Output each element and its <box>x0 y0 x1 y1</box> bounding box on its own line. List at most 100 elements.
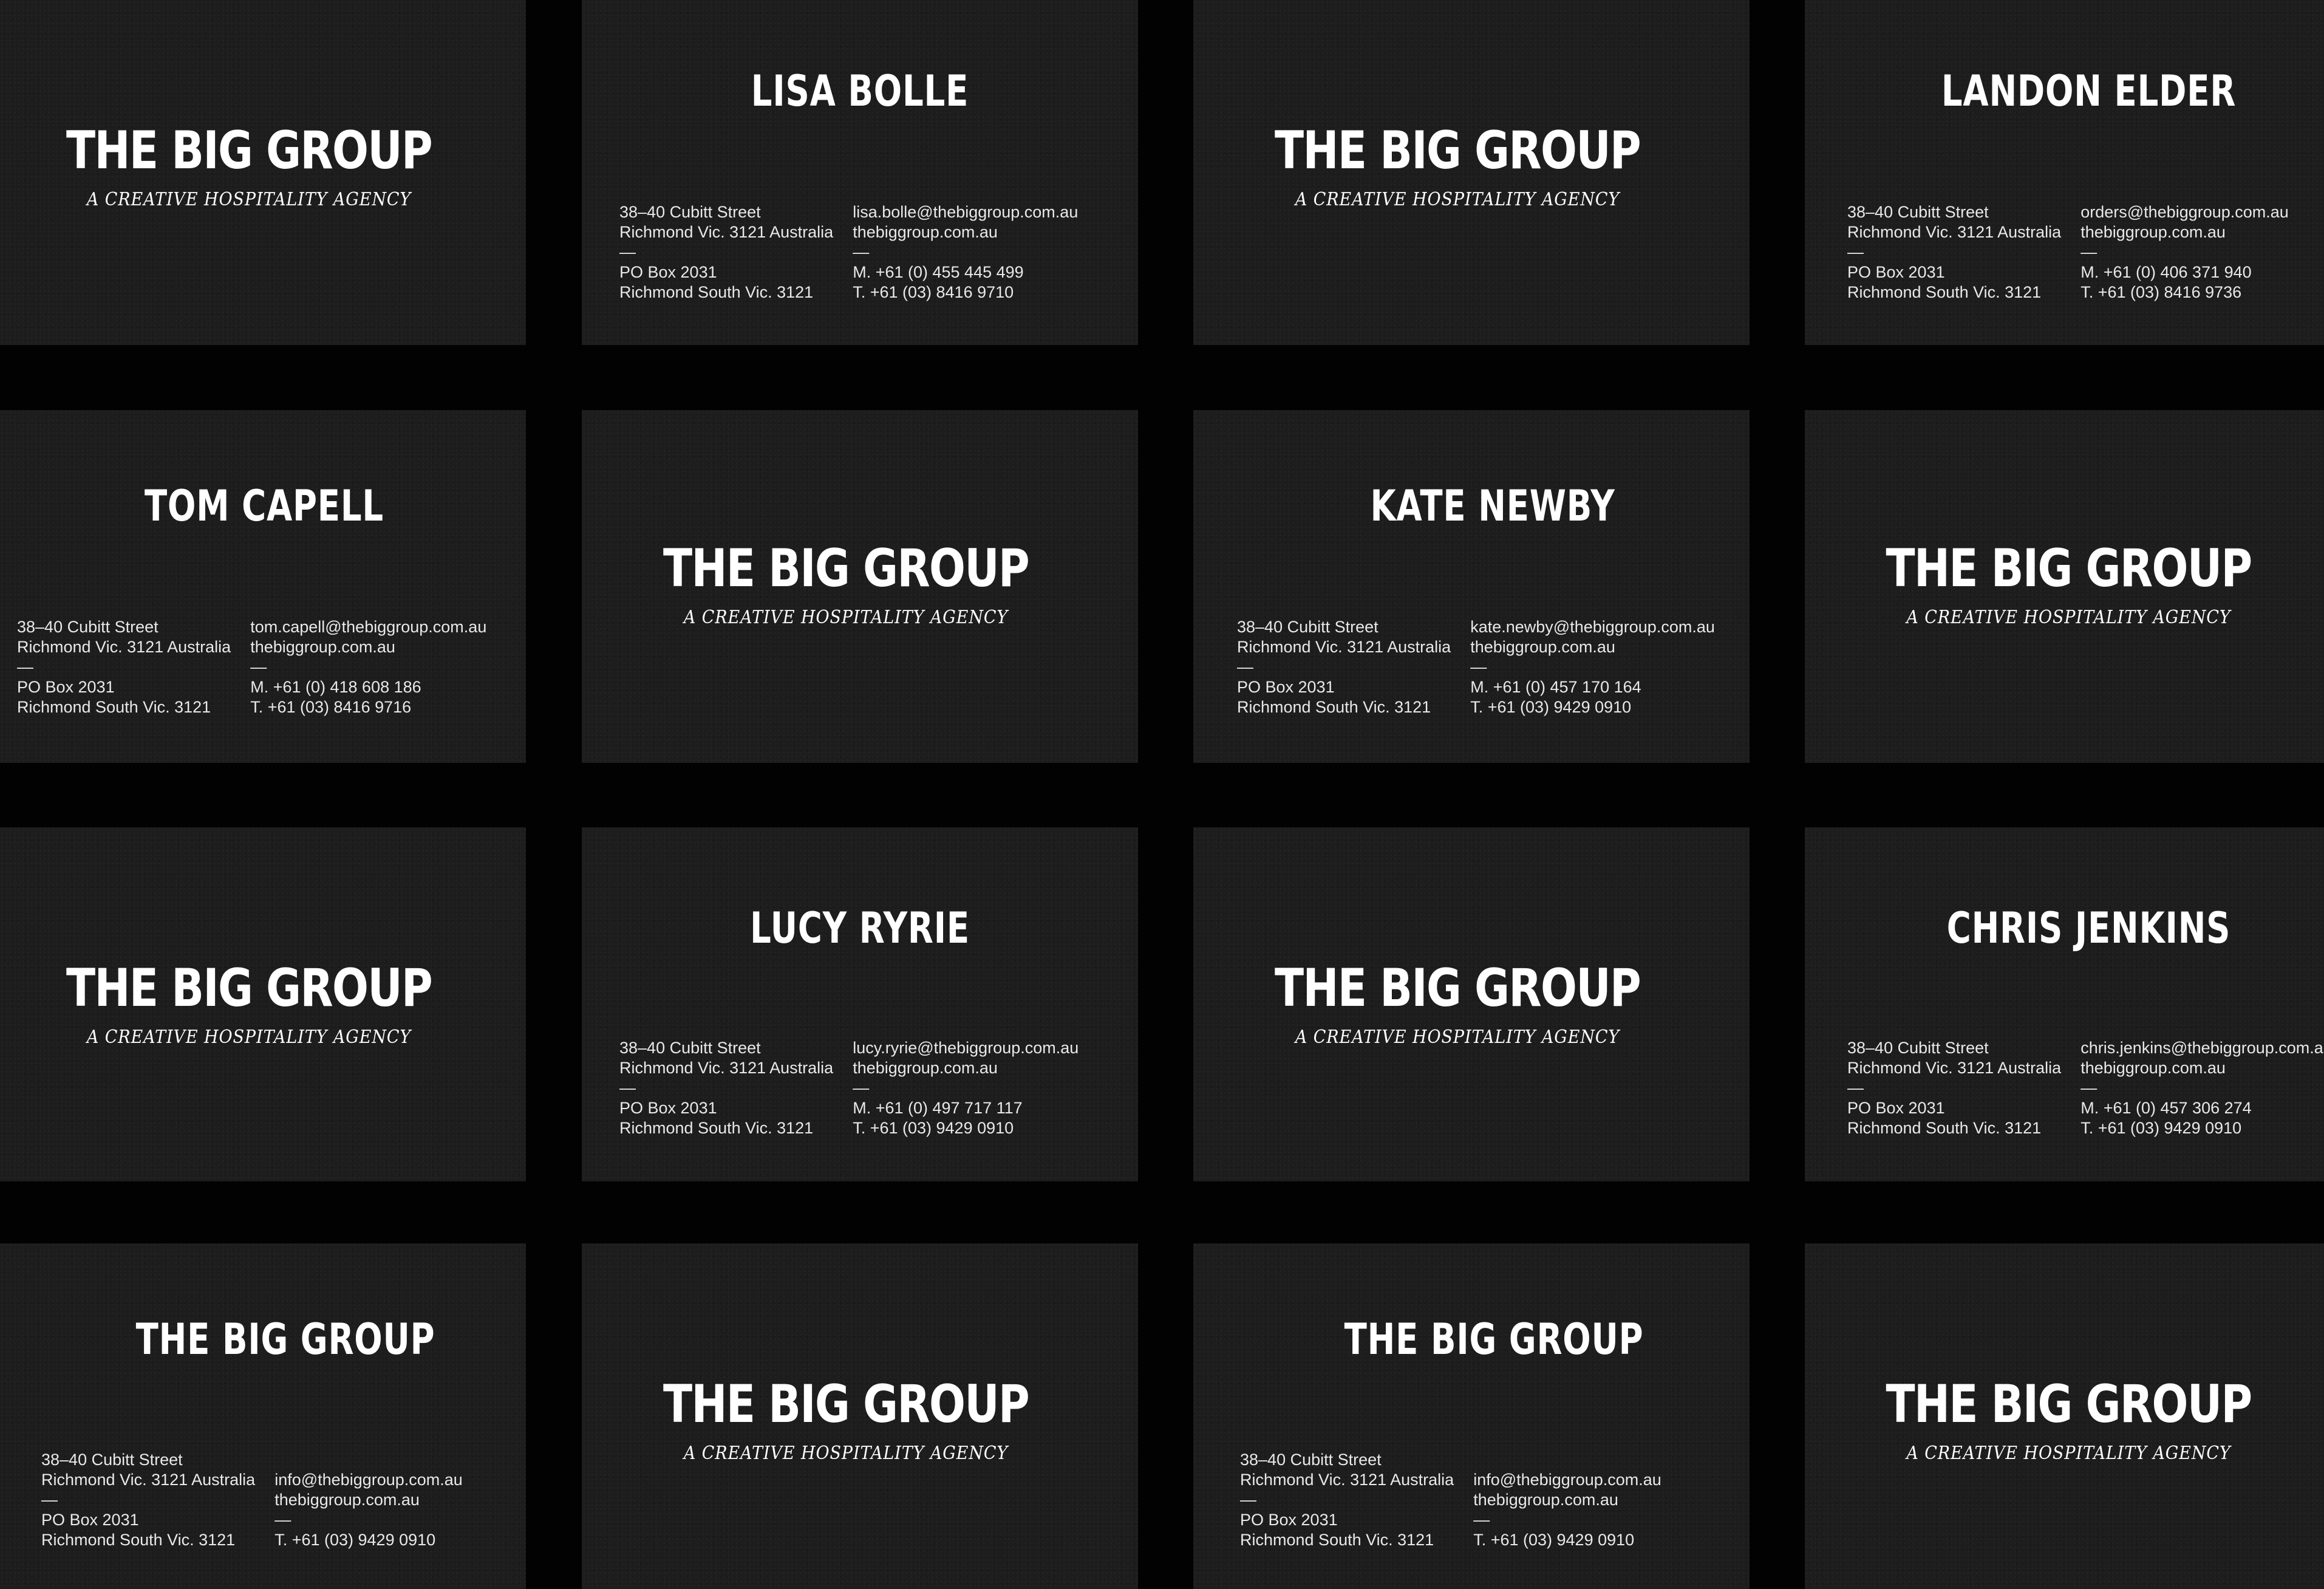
email-text: tom.capell@thebiggroup.com.au <box>250 618 487 636</box>
logo-lockup: THE BIG GROUP A CREATIVE HOSPITALITY AGE… <box>1193 962 1722 1048</box>
brand-tagline: A CREATIVE HOSPITALITY AGENCY <box>1295 189 1620 210</box>
po-box-text: PO Box 2031 <box>619 263 717 281</box>
website-text: thebiggroup.com.au <box>274 1491 420 1509</box>
logo-lockup: THE BIG GROUP A CREATIVE HOSPITALITY AGE… <box>0 125 498 210</box>
card-front-logo: THE BIG GROUP A CREATIVE HOSPITALITY AGE… <box>1805 410 2324 763</box>
dash-divider: — <box>2080 243 2097 261</box>
card-front-logo: THE BIG GROUP A CREATIVE HOSPITALITY AGE… <box>1193 827 1750 1181</box>
po-box-text: PO Box 2031 <box>1847 263 1945 281</box>
contact-details: 38–40 Cubitt Street Richmond Vic. 3121 A… <box>619 202 1078 302</box>
card-back-lucy-ryrie: LUCY RYRIE 38–40 Cubitt Street Richmond … <box>582 827 1138 1181</box>
card-name: LANDON ELDER <box>1941 66 2237 116</box>
po-suburb-text: Richmond South Vic. 3121 <box>619 1119 814 1137</box>
card-name: TOM CAPELL <box>144 481 384 531</box>
brand-tagline: A CREATIVE HOSPITALITY AGENCY <box>86 1027 412 1048</box>
contact-column: chris.jenkins@thebiggroup.com.au thebigg… <box>2080 1038 2324 1138</box>
tel-text: T. +61 (03) 9429 0910 <box>2080 1119 2242 1137</box>
po-box-text: PO Box 2031 <box>17 678 115 696</box>
tel-text: T. +61 (03) 8416 9736 <box>2080 283 2242 301</box>
street-text: 38–40 Cubitt Street <box>619 203 761 221</box>
website-text: thebiggroup.com.au <box>2080 223 2226 241</box>
po-suburb-text: Richmond South Vic. 3121 <box>1847 283 2042 301</box>
dash-divider: — <box>1473 1511 1490 1529</box>
dash-divider: — <box>1470 658 1487 676</box>
card-front-logo: THE BIG GROUP A CREATIVE HOSPITALITY AGE… <box>1193 0 1750 345</box>
suburb-text: Richmond Vic. 3121 Australia <box>1237 638 1451 656</box>
contact-column: tom.capell@thebiggroup.com.au thebiggrou… <box>250 617 486 717</box>
tel-text: T. +61 (03) 9429 0910 <box>853 1119 1014 1137</box>
mobile-text: M. +61 (0) 457 170 164 <box>1470 678 1641 696</box>
brand-tagline: A CREATIVE HOSPITALITY AGENCY <box>1906 607 2231 628</box>
address-column: 38–40 Cubitt Street Richmond Vic. 3121 A… <box>1240 1450 1454 1550</box>
card-name: THE BIG GROUP <box>135 1314 435 1364</box>
po-box-text: PO Box 2031 <box>1237 678 1335 696</box>
tel-text: T. +61 (03) 8416 9710 <box>853 283 1014 301</box>
street-text: 38–40 Cubitt Street <box>1240 1451 1382 1469</box>
contact-column: lisa.bolle@thebiggroup.com.au thebiggrou… <box>853 202 1078 302</box>
website-text: thebiggroup.com.au <box>250 638 395 656</box>
website-text: thebiggroup.com.au <box>1473 1491 1618 1509</box>
po-suburb-text: Richmond South Vic. 3121 <box>619 283 814 301</box>
tel-text: T. +61 (03) 9429 0910 <box>1473 1531 1635 1549</box>
logo-lockup: THE BIG GROUP A CREATIVE HOSPITALITY AGE… <box>582 1378 1110 1464</box>
email-text: chris.jenkins@thebiggroup.com.au <box>2080 1039 2324 1057</box>
brand-logo: THE BIG GROUP <box>1886 538 2252 599</box>
brand-tagline: A CREATIVE HOSPITALITY AGENCY <box>86 189 412 210</box>
email-text: kate.newby@thebiggroup.com.au <box>1470 618 1715 636</box>
suburb-text: Richmond Vic. 3121 Australia <box>41 1471 256 1489</box>
dash-divider: — <box>619 243 636 261</box>
po-suburb-text: Richmond South Vic. 3121 <box>1847 1119 2042 1137</box>
dash-divider: — <box>853 243 870 261</box>
po-suburb-text: Richmond South Vic. 3121 <box>1240 1531 1434 1549</box>
card-name: LUCY RYRIE <box>750 903 970 953</box>
dash-divider: — <box>1240 1491 1256 1509</box>
contact-details: 38–40 Cubitt Street Richmond Vic. 3121 A… <box>619 1038 1079 1138</box>
suburb-text: Richmond Vic. 3121 Australia <box>17 638 231 656</box>
contact-details: 38–40 Cubitt Street Richmond Vic. 3121 A… <box>1847 202 2289 302</box>
po-suburb-text: Richmond South Vic. 3121 <box>1237 698 1431 716</box>
suburb-text: Richmond Vic. 3121 Australia <box>1240 1471 1454 1489</box>
contact-details: 38–40 Cubitt Street Richmond Vic. 3121 A… <box>1240 1450 1661 1550</box>
street-text: 38–40 Cubitt Street <box>1237 618 1378 636</box>
dash-divider: — <box>250 658 267 676</box>
dash-divider: — <box>2080 1079 2097 1097</box>
mobile-text: M. +61 (0) 457 306 274 <box>2080 1099 2252 1117</box>
website-text: thebiggroup.com.au <box>2080 1059 2226 1077</box>
street-text: 38–40 Cubitt Street <box>17 618 158 636</box>
contact-column: lucy.ryrie@thebiggroup.com.au thebiggrou… <box>853 1038 1079 1138</box>
contact-details: 38–40 Cubitt Street Richmond Vic. 3121 A… <box>41 1450 463 1550</box>
street-text: 38–40 Cubitt Street <box>1847 1039 1989 1057</box>
dash-divider: — <box>619 1079 636 1097</box>
card-back-lisa-bolle: LISA BOLLE 38–40 Cubitt Street Richmond … <box>582 0 1138 345</box>
po-box-text: PO Box 2031 <box>41 1511 139 1529</box>
website-text: thebiggroup.com.au <box>853 1059 998 1077</box>
contact-column: info@thebiggroup.com.au thebiggroup.com.… <box>274 1450 463 1550</box>
brand-logo: THE BIG GROUP <box>1886 1374 2252 1435</box>
card-back-general: THE BIG GROUP 38–40 Cubitt Street Richmo… <box>0 1243 526 1589</box>
brand-tagline: A CREATIVE HOSPITALITY AGENCY <box>1295 1027 1620 1048</box>
card-front-logo: THE BIG GROUP A CREATIVE HOSPITALITY AGE… <box>0 0 526 345</box>
contact-column: orders@thebiggroup.com.au thebiggroup.co… <box>2080 202 2289 302</box>
brand-logo: THE BIG GROUP <box>1274 120 1641 181</box>
address-column: 38–40 Cubitt Street Richmond Vic. 3121 A… <box>41 1450 255 1550</box>
card-back-landon-elder: LANDON ELDER 38–40 Cubitt Street Richmon… <box>1805 0 2324 345</box>
logo-lockup: THE BIG GROUP A CREATIVE HOSPITALITY AGE… <box>1193 125 1722 210</box>
logo-lockup: THE BIG GROUP A CREATIVE HOSPITALITY AGE… <box>0 962 498 1048</box>
mobile-text: M. +61 (0) 455 445 499 <box>853 263 1024 281</box>
card-name: CHRIS JENKINS <box>1946 903 2231 953</box>
card-front-logo: THE BIG GROUP A CREATIVE HOSPITALITY AGE… <box>1805 1243 2324 1589</box>
address-column: 38–40 Cubitt Street Richmond Vic. 3121 A… <box>1847 1038 2061 1138</box>
dash-divider: — <box>1847 243 1864 261</box>
email-text: info@thebiggroup.com.au <box>1473 1471 1661 1489</box>
dash-divider: — <box>853 1079 870 1097</box>
card-back-kate-newby: KATE NEWBY 38–40 Cubitt Street Richmond … <box>1193 410 1750 763</box>
address-column: 38–40 Cubitt Street Richmond Vic. 3121 A… <box>17 617 231 717</box>
email-text: lucy.ryrie@thebiggroup.com.au <box>853 1039 1079 1057</box>
card-back-general: THE BIG GROUP 38–40 Cubitt Street Richmo… <box>1193 1243 1750 1589</box>
website-text: thebiggroup.com.au <box>1470 638 1615 656</box>
contact-details: 38–40 Cubitt Street Richmond Vic. 3121 A… <box>17 617 486 717</box>
card-front-logo: THE BIG GROUP A CREATIVE HOSPITALITY AGE… <box>582 410 1138 763</box>
dash-divider: — <box>1237 658 1253 676</box>
po-box-text: PO Box 2031 <box>1240 1511 1338 1529</box>
logo-lockup: THE BIG GROUP A CREATIVE HOSPITALITY AGE… <box>1805 1378 2324 1464</box>
